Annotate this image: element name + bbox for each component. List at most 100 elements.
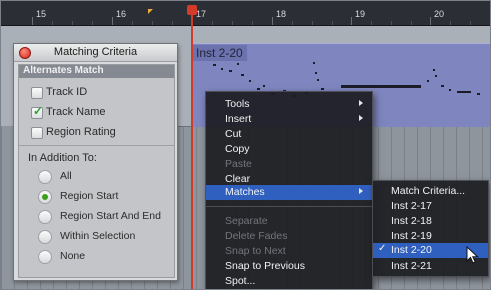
submenu-arrow-icon bbox=[359, 100, 363, 106]
midi-note bbox=[315, 72, 317, 74]
radio-label: All bbox=[60, 170, 72, 182]
midi-note bbox=[221, 68, 223, 70]
beat-tick bbox=[92, 21, 93, 25]
midi-note bbox=[433, 69, 435, 71]
beat-tick bbox=[411, 21, 412, 25]
beat-tick bbox=[232, 21, 233, 25]
menu-item-label: Separate bbox=[225, 215, 268, 227]
bar-tick bbox=[32, 17, 33, 25]
midi-note bbox=[427, 80, 429, 82]
menu-item-separate: Separate bbox=[206, 214, 372, 229]
menu-item-label: Tools bbox=[225, 98, 250, 110]
bars-ruler[interactable]: 15 16 17 18 19 20 bbox=[1, 1, 490, 26]
bar-number: 15 bbox=[36, 9, 47, 19]
menu-item-copy[interactable]: Copy bbox=[206, 142, 372, 157]
edit-window: 15 16 17 18 19 20 Inst 2-20 Matching Cri… bbox=[0, 0, 491, 290]
checkbox[interactable] bbox=[31, 127, 43, 139]
midi-note bbox=[457, 91, 471, 93]
beat-tick bbox=[252, 21, 253, 25]
beat-tick bbox=[132, 21, 133, 25]
midi-note bbox=[249, 80, 251, 82]
radio-button[interactable] bbox=[38, 210, 52, 224]
beat-tick bbox=[292, 21, 293, 25]
radio-button[interactable] bbox=[38, 250, 52, 264]
menu-item-snap-to-previous[interactable]: Snap to Previous bbox=[206, 259, 372, 274]
radio-label: Region Start And End bbox=[60, 210, 161, 222]
midi-note bbox=[229, 70, 232, 72]
beat-tick bbox=[172, 21, 173, 25]
menu-item-paste: Paste bbox=[206, 157, 372, 172]
mouse-pointer-icon bbox=[466, 246, 479, 264]
radio-button[interactable] bbox=[38, 170, 52, 184]
bar-number: 20 bbox=[434, 9, 445, 19]
beat-tick bbox=[52, 21, 53, 25]
midi-note bbox=[435, 75, 437, 77]
submenu-item-inst-2-18[interactable]: Inst 2-18 bbox=[373, 214, 488, 229]
midi-note bbox=[241, 74, 244, 76]
menu-separator bbox=[206, 206, 372, 207]
submenu-arrow-icon bbox=[359, 188, 363, 194]
bar-tick bbox=[112, 17, 113, 25]
menu-item-spot[interactable]: Spot... bbox=[206, 274, 372, 289]
midi-note bbox=[257, 88, 260, 90]
menu-item-label: Matches bbox=[225, 186, 265, 198]
submenu-item-label: Inst 2-17 bbox=[391, 200, 432, 212]
midi-note bbox=[237, 63, 239, 65]
radio-button[interactable] bbox=[38, 190, 52, 204]
menu-item-cut[interactable]: Cut bbox=[206, 127, 372, 142]
checkbox[interactable]: ✓ bbox=[31, 104, 43, 119]
beat-tick bbox=[371, 21, 372, 25]
menu-item-label: Copy bbox=[225, 143, 250, 155]
menu-item-label: Delete Fades bbox=[225, 230, 288, 242]
menu-item-label: Cut bbox=[225, 128, 242, 140]
submenu-item-label: Inst 2-20 bbox=[391, 244, 432, 256]
menu-item-label: Snap to Next bbox=[225, 245, 286, 257]
submenu-item-label: Inst 2-18 bbox=[391, 215, 432, 227]
in-addition-label: In Addition To: bbox=[28, 152, 97, 164]
beat-tick bbox=[212, 21, 213, 25]
radio-selected-dot bbox=[42, 194, 48, 200]
radio-label: Within Selection bbox=[60, 230, 136, 242]
checkmark-icon: ✓ bbox=[378, 243, 387, 254]
menu-item-delete-fades: Delete Fades bbox=[206, 229, 372, 244]
submenu-item-inst-2-17[interactable]: Inst 2-17 bbox=[373, 199, 488, 214]
bar-tick bbox=[430, 17, 431, 25]
section-label: Alternates Match bbox=[23, 65, 104, 76]
beat-tick bbox=[391, 21, 392, 25]
bar-tick bbox=[351, 17, 352, 25]
checkbox[interactable] bbox=[31, 87, 43, 99]
region-name: Inst 2-20 bbox=[192, 45, 247, 61]
submenu-item-label: Match Criteria... bbox=[391, 185, 466, 197]
midi-note bbox=[313, 62, 315, 64]
radio-label: None bbox=[60, 250, 86, 262]
checkbox-label: Track ID bbox=[46, 86, 88, 98]
bar-number: 16 bbox=[116, 9, 127, 19]
submenu-item-label: Inst 2-19 bbox=[391, 230, 432, 242]
matching-criteria-window: Matching Criteria Alternates Match Track… bbox=[13, 43, 178, 281]
radio-button[interactable] bbox=[38, 230, 52, 244]
menu-item-tools[interactable]: Tools bbox=[206, 97, 372, 112]
beat-tick bbox=[470, 21, 471, 25]
midi-note bbox=[317, 79, 319, 81]
submenu-item-inst-2-19[interactable]: Inst 2-19 bbox=[373, 229, 488, 244]
radio-label: Region Start bbox=[60, 190, 119, 202]
beat-tick bbox=[312, 21, 313, 25]
menu-item-insert[interactable]: Insert bbox=[206, 112, 372, 127]
window-titlebar[interactable]: Matching Criteria bbox=[14, 44, 177, 62]
menu-item-snap-to-next: Snap to Next bbox=[206, 244, 372, 259]
checkbox-label: Region Rating bbox=[46, 126, 116, 138]
beat-tick bbox=[450, 21, 451, 25]
marker-flag-icon[interactable] bbox=[148, 9, 153, 14]
menu-item-label: Paste bbox=[225, 158, 252, 170]
beat-tick bbox=[332, 21, 333, 25]
midi-note bbox=[213, 64, 216, 66]
beat-tick bbox=[72, 21, 73, 25]
submenu-arrow-icon bbox=[359, 115, 363, 121]
submenu-item-match-criteria[interactable]: Match Criteria... bbox=[373, 184, 488, 199]
menu-item-matches[interactable]: Matches bbox=[206, 185, 372, 200]
context-menu: Tools Insert Cut Copy Paste Clear Matche… bbox=[205, 91, 373, 289]
menu-item-label: Clear bbox=[225, 173, 251, 185]
menu-item-label: Snap to Previous bbox=[225, 260, 305, 272]
divider bbox=[19, 145, 174, 146]
bar-number: 18 bbox=[276, 9, 287, 19]
